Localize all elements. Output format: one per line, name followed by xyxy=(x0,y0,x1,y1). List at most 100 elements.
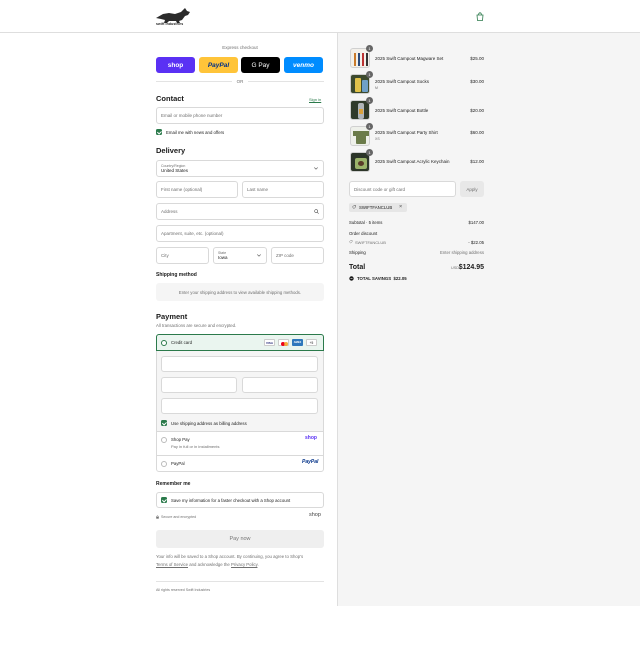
delivery-heading: Delivery xyxy=(156,146,186,155)
cart-item-price: $30.00 xyxy=(470,79,484,84)
state-value: Iowa xyxy=(218,255,228,260)
cart-item-price: $25.00 xyxy=(470,56,484,61)
subtotal-label: Subtotal · 5 items xyxy=(349,220,383,225)
credit-card-radio[interactable] xyxy=(161,340,167,346)
cart-item-name: 2025 Swift Campout Bottle xyxy=(375,108,429,113)
save-info-checkbox[interactable] xyxy=(161,497,167,503)
venmo-express-button[interactable]: venmo xyxy=(284,57,323,73)
address-field[interactable]: Address xyxy=(156,203,324,220)
last-name-field[interactable]: Last name xyxy=(242,181,324,198)
cart-item-variant: M xyxy=(375,86,378,90)
search-icon xyxy=(314,209,319,214)
mastercard-icon xyxy=(278,339,289,346)
lock-icon xyxy=(156,515,159,519)
subtotal-value: $147.00 xyxy=(468,220,484,225)
remove-discount-icon[interactable]: × xyxy=(399,204,402,210)
paypal-logo: PayPal xyxy=(302,459,319,465)
shop-pay-radio[interactable] xyxy=(161,437,167,443)
apartment-field[interactable]: Apartment, suite, etc. (optional) xyxy=(156,225,324,242)
more-cards-badge: +5 xyxy=(306,339,317,346)
total-value: $124.95 xyxy=(458,264,484,271)
billing-address-checkbox[interactable] xyxy=(161,420,167,426)
amex-icon: AMEX xyxy=(292,339,303,346)
pay-now-button[interactable]: Pay now xyxy=(156,530,324,548)
chevron-down-icon xyxy=(257,254,261,257)
savings-tag-icon xyxy=(349,276,354,281)
payment-subtitle: All transactions are secure and encrypte… xyxy=(156,323,237,328)
footer-text: All rights reserved Swift Industries xyxy=(156,588,211,592)
tag-icon xyxy=(352,205,356,209)
quantity-badge: 1 xyxy=(366,149,373,156)
quantity-badge: 1 xyxy=(366,45,373,52)
cart-item-name: 2025 Swift Campout Socks xyxy=(375,79,430,84)
total-savings-label: TOTAL SAVINGS $22.05 xyxy=(357,276,407,281)
footer-divider xyxy=(156,581,324,582)
terms-of-service-link[interactable]: Terms of Service xyxy=(156,562,188,567)
country-value: United States xyxy=(161,168,189,173)
cart-item-price: $12.00 xyxy=(470,159,484,164)
cart-item-price: $60.00 xyxy=(470,130,484,135)
shop-pay-express-button[interactable]: shop xyxy=(156,57,195,73)
sign-in-link[interactable]: Sign in xyxy=(309,97,321,102)
save-info-label: Save my information for a faster checkou… xyxy=(171,498,291,503)
order-discount-label: Order discount xyxy=(349,231,378,236)
shipping-method-heading: Shipping method xyxy=(156,272,197,278)
cart-item-price: $20.00 xyxy=(470,108,484,113)
paypal-radio[interactable] xyxy=(161,461,167,467)
cart-item-name: 2025 Swift Campout Party Shirt xyxy=(375,130,438,135)
total-savings-value: $22.05 xyxy=(393,276,407,281)
payment-heading: Payment xyxy=(156,312,188,321)
credit-card-label: Credit card xyxy=(171,340,193,345)
cart-item-variant: XS xyxy=(375,137,380,141)
cart-item-name: 2025 Swift Campout Acrylic Keychain xyxy=(375,159,450,164)
shopping-bag-icon[interactable] xyxy=(476,12,484,21)
discount-value: - $22.05 xyxy=(468,240,484,245)
or-divider: OR xyxy=(236,79,244,84)
discount-code-label: SWIFTFANCLUB xyxy=(355,240,386,245)
shipping-label: Shipping xyxy=(349,250,366,255)
quantity-badge: 1 xyxy=(366,123,373,130)
newsletter-checkbox[interactable] xyxy=(156,129,162,135)
country-select[interactable]: Country/Region United States xyxy=(156,160,324,177)
legal-text: Your info will be saved to a Shop accoun… xyxy=(156,554,304,567)
order-summary xyxy=(337,33,640,606)
chevron-down-icon xyxy=(314,167,318,170)
quantity-badge: 1 xyxy=(366,71,373,78)
privacy-policy-link[interactable]: Privacy Policy xyxy=(231,562,257,567)
divider-left xyxy=(156,81,232,82)
shop-pay-logo: shop xyxy=(305,435,317,441)
billing-address-label: Use shipping address as billing address xyxy=(171,421,247,426)
quantity-badge: 1 xyxy=(366,97,373,104)
zip-field[interactable]: ZIP code xyxy=(271,247,324,264)
brand-name: swift industries xyxy=(156,22,184,26)
visa-icon: VISA xyxy=(264,339,275,346)
express-checkout-title: Express checkout xyxy=(222,45,258,50)
shipping-value: Enter shipping address xyxy=(440,250,484,255)
shop-pay-option[interactable] xyxy=(157,431,323,455)
google-pay-express-button[interactable]: G Pay xyxy=(241,57,280,73)
newsletter-label: Email me with news and offers xyxy=(166,130,225,135)
apply-button[interactable]: Apply xyxy=(460,181,484,197)
remember-me-heading: Remember me xyxy=(156,481,191,487)
city-field[interactable]: City xyxy=(156,247,209,264)
name-on-card-field[interactable] xyxy=(161,398,318,414)
discount-code-field[interactable]: Discount code or gift card xyxy=(349,181,456,197)
paypal-express-button[interactable]: PayPal xyxy=(199,57,238,73)
first-name-field[interactable]: First name (optional) xyxy=(156,181,238,198)
shop-logo: shop xyxy=(309,512,321,518)
divider-right xyxy=(248,81,324,82)
tag-icon xyxy=(349,240,353,244)
email-field[interactable]: Email or mobile phone number xyxy=(156,107,324,124)
expiration-field[interactable] xyxy=(161,377,237,393)
card-number-field[interactable] xyxy=(161,356,318,372)
applied-code-label: SWIFTFANCLUB xyxy=(359,205,393,210)
paypal-label: PayPal xyxy=(171,461,185,466)
security-code-field[interactable] xyxy=(242,377,318,393)
contact-heading: Contact xyxy=(156,94,184,103)
shop-pay-label: Shop Pay xyxy=(171,437,190,442)
header: swift industries xyxy=(0,0,640,33)
total-label: Total xyxy=(349,264,366,271)
secure-label: Secure and encrypted xyxy=(161,515,197,519)
cart-item-name: 2025 Swift Campout Magware Set xyxy=(375,56,444,61)
shipping-method-notice: Enter your shipping address to view avai… xyxy=(156,283,324,301)
